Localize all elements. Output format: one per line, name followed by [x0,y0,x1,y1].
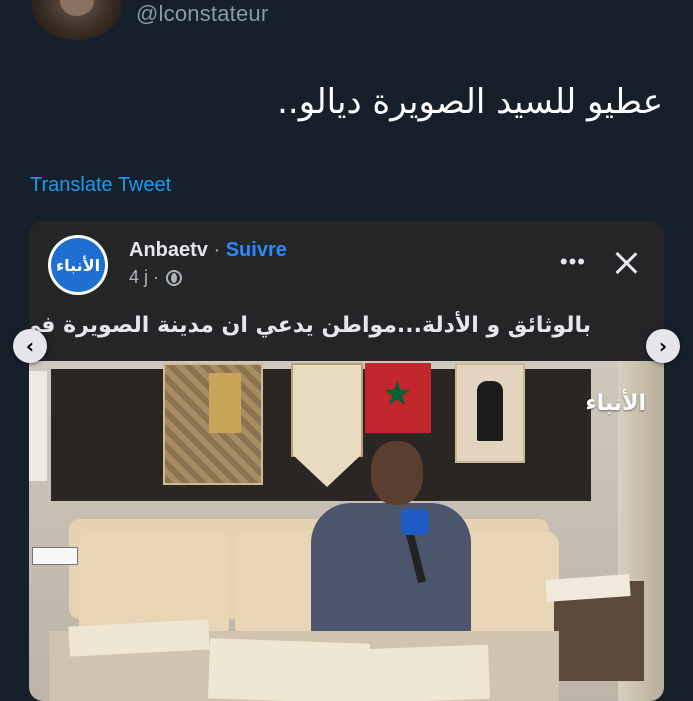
tweet-text: عطيو للسيد الصويرة ديالو.. [277,82,663,122]
page-name[interactable]: Anbaetv [129,239,208,261]
author-handle[interactable]: @lconstateur [136,1,268,27]
calligraphy-hanging [163,363,263,485]
facebook-embed-card[interactable]: الأنباء Anbaetv · Suivre 4 j · ••• بالوث… [29,221,664,701]
video-thumbnail[interactable]: ★ الأنباء [29,361,664,701]
follow-button[interactable]: Suivre [226,239,287,261]
switch-panel [32,547,78,565]
star-icon: ★ [382,375,413,413]
author-avatar[interactable] [32,0,122,40]
more-options-button[interactable]: ••• [560,249,586,275]
post-headline: بالوثائق و الأدلة...مواطن يدعي ان مدينة … [29,313,591,338]
next-arrow-button[interactable]: › [646,329,680,363]
video-watermark: الأنباء [585,391,646,416]
page-header: Anbaetv · Suivre [129,239,287,262]
microphone [401,509,429,535]
document-paper [358,644,490,701]
calligraphy-panel [209,373,241,433]
portrait-frame [455,363,525,463]
page-logo-text: الأنباء [51,238,105,292]
wall-lamp [29,371,47,481]
post-time[interactable]: 4 j · [129,267,159,288]
close-icon[interactable] [614,251,638,275]
flag-image: ★ [365,363,431,433]
translate-tweet-link[interactable]: Translate Tweet [30,174,171,197]
post-meta: 4 j · [129,267,183,288]
document-paper [208,638,370,701]
scroll-hanging [291,363,363,487]
speaker-head [371,441,423,505]
prev-arrow-button[interactable]: ‹ [13,329,47,363]
separator-dot: · [213,239,221,261]
page-logo[interactable]: الأنباء [48,235,108,295]
portrait-figure [477,381,503,441]
avatar-face [60,0,94,16]
globe-icon [166,269,183,286]
